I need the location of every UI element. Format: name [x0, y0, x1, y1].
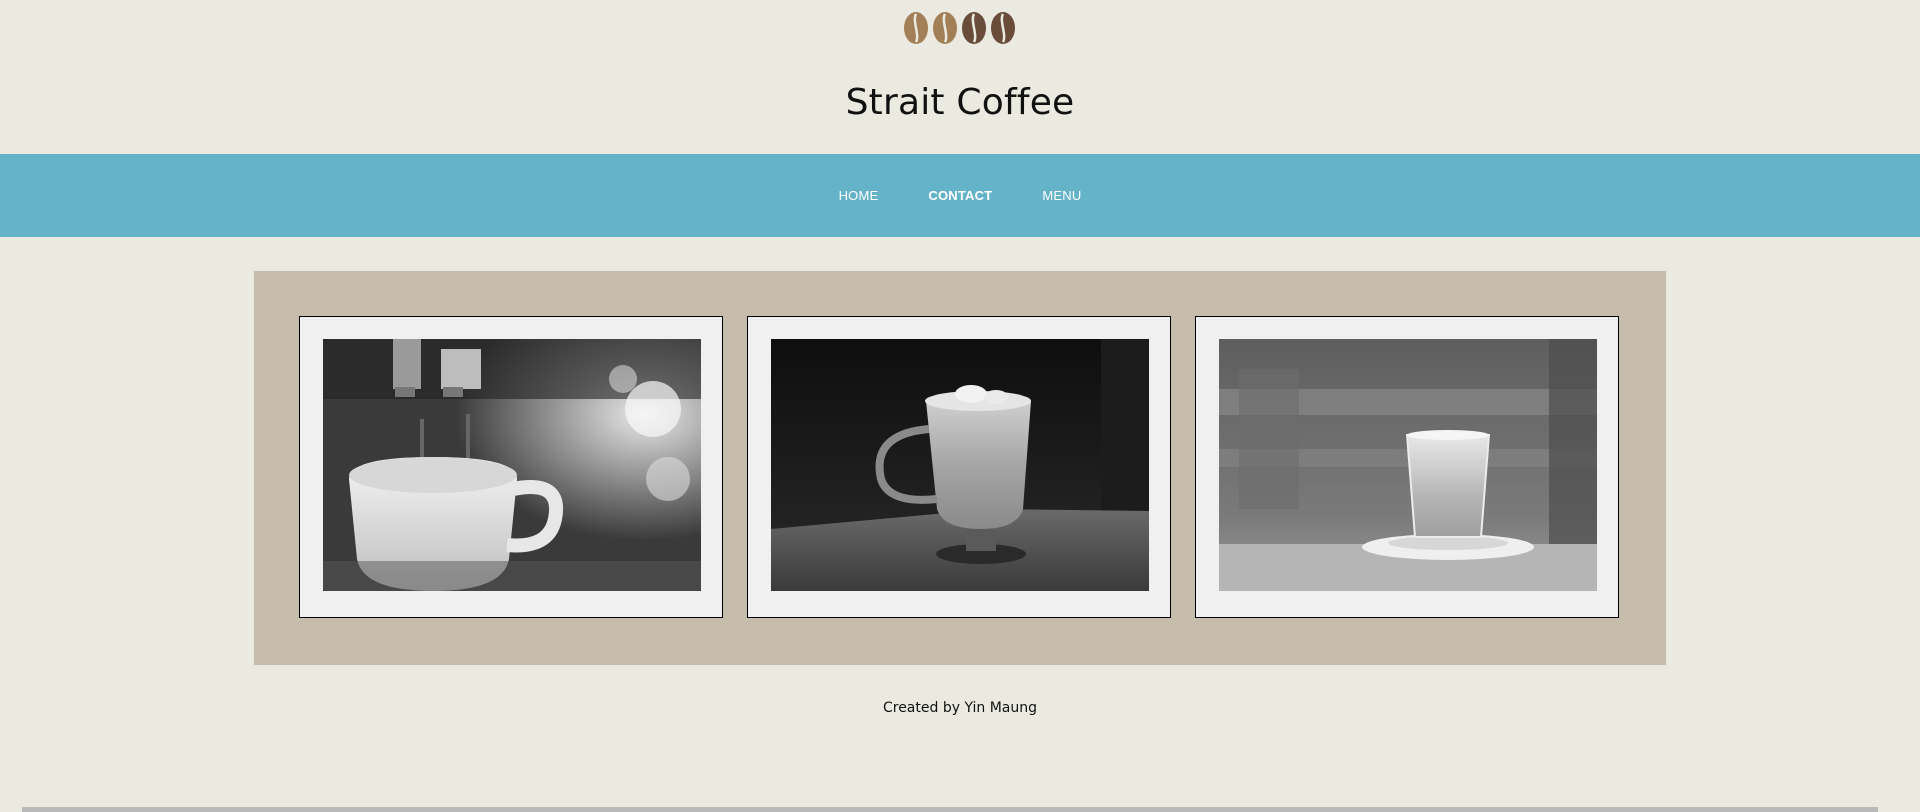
horizontal-scrollbar[interactable] [22, 807, 1878, 812]
footer-credit: Created by Yin Maung [882, 700, 1038, 716]
nav-item-home[interactable]: HOME [839, 188, 879, 203]
main-nav: HOME CONTACT MENU [0, 154, 1920, 237]
photo-card-espresso [299, 316, 723, 618]
photo-card-mug [747, 316, 1171, 618]
photo-gallery [254, 271, 1666, 665]
nav-item-menu[interactable]: MENU [1042, 188, 1081, 203]
coffee-mug-photo [771, 339, 1149, 591]
espresso-pouring-photo [323, 339, 701, 591]
coffee-beans-icon [904, 12, 1015, 44]
nav-item-contact[interactable]: CONTACT [928, 188, 992, 203]
logo-container [0, 0, 1920, 56]
photo-card-glass [1195, 316, 1619, 618]
site-title: Strait Coffee [845, 82, 1075, 123]
glass-coffee-photo [1219, 339, 1597, 591]
